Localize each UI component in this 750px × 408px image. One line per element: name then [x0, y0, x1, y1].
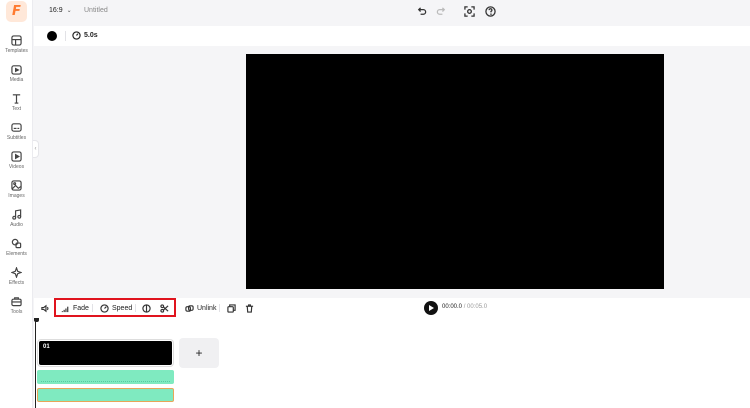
volume-icon[interactable]	[41, 302, 50, 314]
toolbox-icon	[11, 297, 22, 307]
audio-track-selected[interactable]	[37, 388, 174, 402]
top-bar: 16:9 ⌄ Untitled	[34, 0, 750, 24]
sidebar-item-label: Images	[8, 193, 25, 199]
help-icon[interactable]	[484, 5, 496, 17]
sparkle-icon	[11, 267, 22, 278]
speedometer-icon	[100, 303, 109, 313]
sidebar-item-label: Tools	[10, 309, 23, 315]
divider	[219, 304, 220, 312]
audio-track[interactable]	[37, 370, 174, 384]
music-icon	[12, 209, 22, 220]
chevron-down-icon: ⌄	[66, 8, 72, 14]
speed-label: Speed	[112, 304, 133, 312]
unlink-label: Unlink	[197, 304, 217, 312]
playhead[interactable]	[34, 318, 39, 408]
play-button[interactable]	[424, 301, 438, 315]
duration-value: 5.0s	[84, 32, 98, 39]
sidebar-item-subtitles[interactable]: Subtitles	[0, 122, 33, 148]
sidebar-collapse-handle[interactable]: ‹	[33, 140, 39, 158]
media-icon	[11, 65, 22, 75]
trash-icon[interactable]	[245, 302, 254, 314]
sidebar-item-label: Media	[9, 77, 24, 83]
divider	[92, 304, 93, 312]
unlink-button[interactable]: Unlink	[185, 302, 216, 314]
current-time: 00:00.0	[442, 304, 463, 310]
properties-bar: 5.0s	[34, 26, 750, 46]
play-icon	[429, 305, 434, 311]
sidebar-item-label: Effects	[8, 280, 25, 286]
playhead-handle[interactable]	[34, 318, 39, 322]
sidebar-item-videos[interactable]: Videos	[0, 151, 33, 177]
sidebar-item-label: Subtitles	[6, 135, 27, 141]
text-icon	[12, 94, 21, 104]
scissors-icon[interactable]	[160, 302, 169, 314]
duration-control[interactable]: 5.0s	[72, 31, 98, 40]
duplicate-icon[interactable]	[227, 302, 236, 314]
sidebar-item-media[interactable]: Media	[0, 64, 33, 90]
redo-icon[interactable]	[435, 5, 447, 17]
sidebar-item-effects[interactable]: Effects	[0, 267, 33, 293]
sidebar-item-images[interactable]: Images	[0, 180, 33, 206]
logo-letter: F	[12, 4, 21, 19]
image-icon	[11, 180, 22, 191]
fade-button[interactable]: Fade	[61, 302, 89, 314]
timer-icon	[72, 31, 81, 40]
video-canvas[interactable]	[246, 54, 664, 289]
time-display: 00:00.0 / 00:05.0	[442, 304, 487, 310]
left-sidebar: F Templates Media Text Subtitles Videos …	[0, 0, 33, 408]
total-time: 00:05.0	[467, 304, 488, 310]
clip-number: 01	[43, 344, 50, 350]
split-icon[interactable]	[142, 302, 151, 314]
sidebar-item-label: Text	[11, 106, 22, 112]
shapes-icon	[11, 238, 22, 249]
sidebar-item-label: Audio	[10, 222, 23, 228]
divider	[65, 31, 66, 41]
project-title[interactable]: Untitled	[84, 7, 108, 14]
timeline[interactable]: 01 +	[34, 318, 750, 408]
fade-label: Fade	[73, 304, 89, 312]
sidebar-item-label: Elements	[6, 251, 27, 257]
sidebar-item-templates[interactable]: Templates	[0, 35, 33, 61]
subtitles-icon	[11, 123, 22, 132]
layout-icon	[11, 35, 22, 46]
fade-icon	[61, 306, 69, 312]
aspect-ratio-select[interactable]: 16:9 ⌄	[49, 7, 72, 14]
unlink-icon	[185, 304, 194, 312]
divider	[135, 304, 136, 312]
undo-icon[interactable]	[415, 5, 427, 17]
sidebar-item-elements[interactable]: Elements	[0, 238, 33, 264]
aspect-ratio-value: 16:9	[49, 7, 63, 14]
video-icon	[11, 151, 22, 162]
app-logo[interactable]: F	[6, 1, 27, 22]
timeline-controls: Fade Speed Unlink 00:00.0 / 00:05.0	[34, 298, 750, 318]
scene-clip[interactable]: 01	[38, 340, 173, 366]
speed-button[interactable]: Speed	[100, 302, 132, 314]
sidebar-item-tools[interactable]: Tools	[0, 296, 33, 322]
screenshot-icon[interactable]	[463, 5, 475, 17]
sidebar-item-text[interactable]: Text	[0, 93, 33, 119]
track-waveform	[41, 381, 170, 382]
add-scene-label: +	[195, 346, 203, 360]
add-scene-button[interactable]: +	[179, 338, 219, 368]
background-color-swatch[interactable]	[47, 31, 57, 41]
sidebar-item-label: Templates	[5, 48, 28, 54]
sidebar-item-audio[interactable]: Audio	[0, 209, 33, 235]
sidebar-item-label: Videos	[8, 164, 25, 170]
